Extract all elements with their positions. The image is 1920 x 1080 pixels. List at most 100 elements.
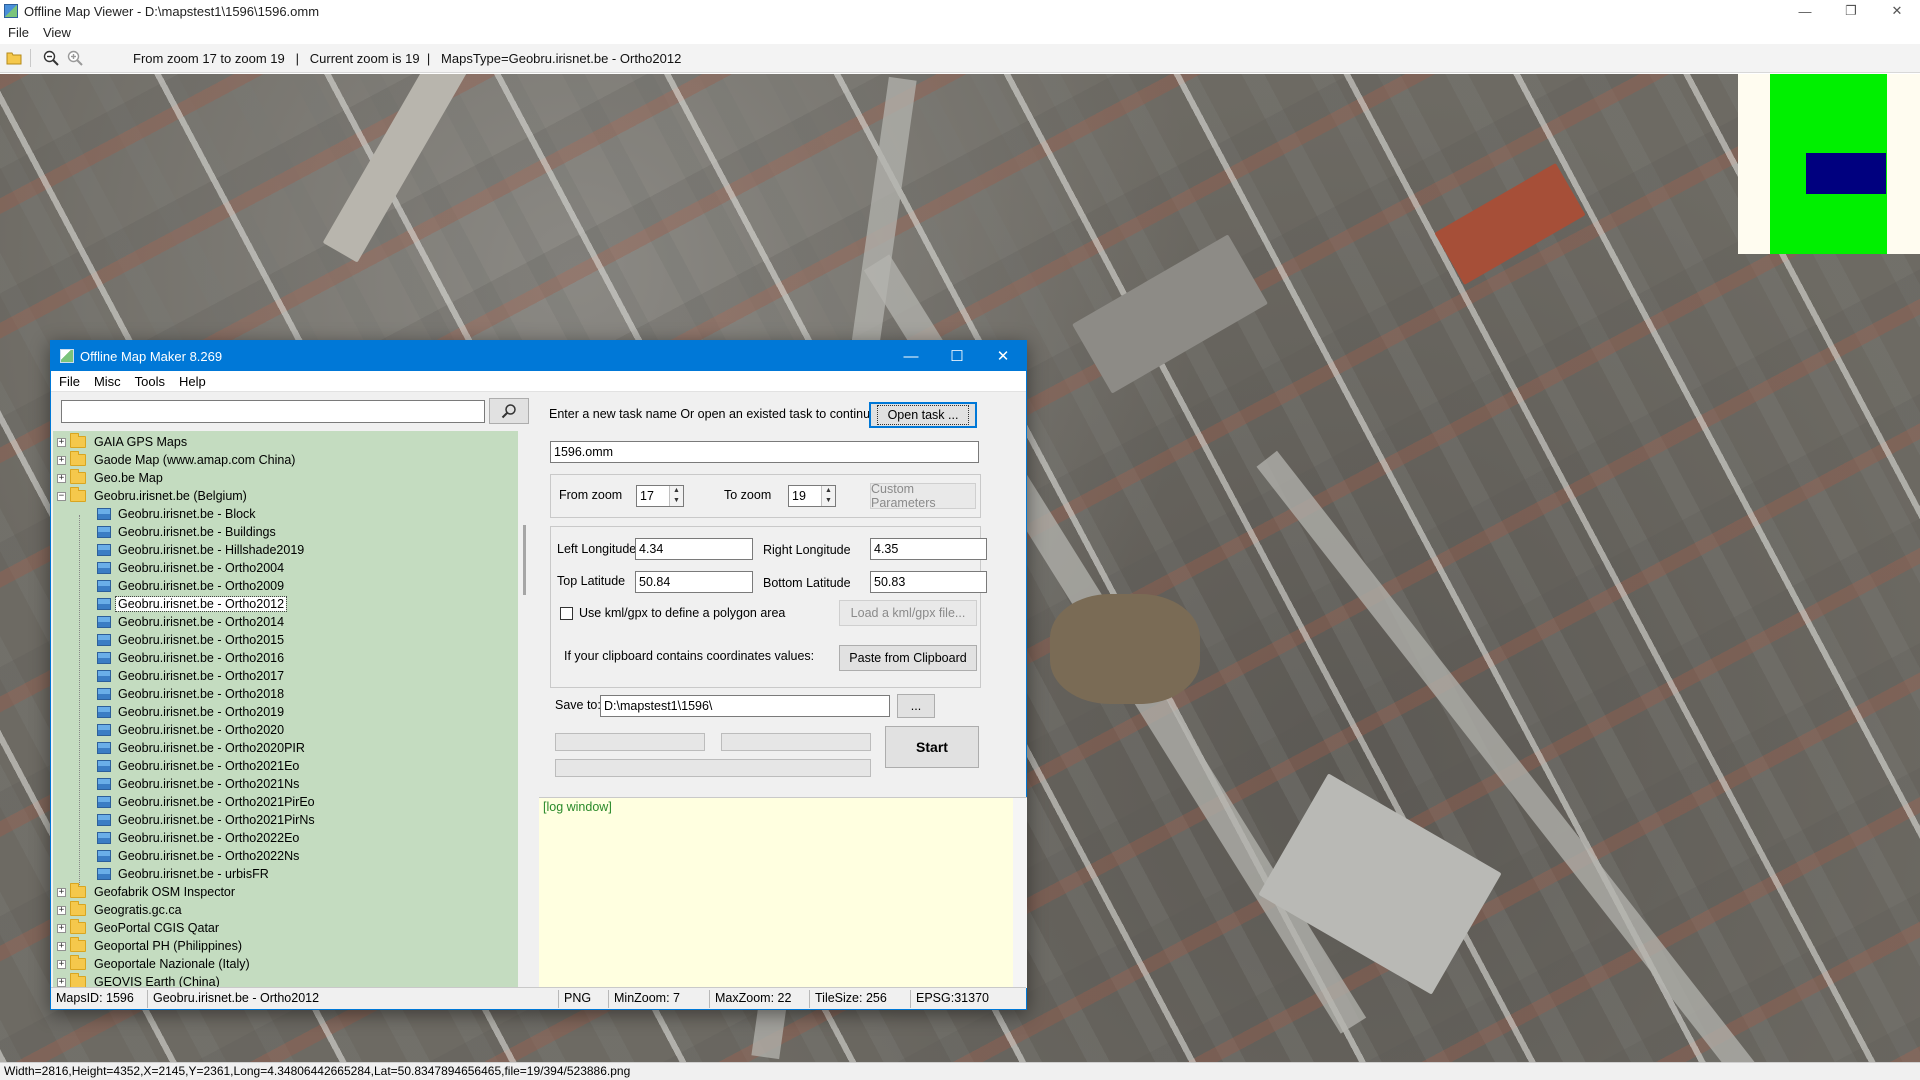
- custom-parameters-button[interactable]: Custom Parameters: [870, 482, 976, 510]
- open-task-button[interactable]: Open task ...: [869, 402, 977, 428]
- tree-scrollbar[interactable]: [520, 431, 534, 987]
- tree-folder-item[interactable]: + GAIA GPS Maps: [53, 433, 518, 451]
- map-layer-icon: [97, 580, 111, 592]
- log-window[interactable]: [log window]: [539, 797, 1027, 988]
- dialog-minimize-icon[interactable]: —: [888, 341, 934, 371]
- tree-item-label: Geobru.irisnet.be - Ortho2009: [118, 579, 285, 593]
- tree-item-label: Geobru.irisnet.be - Ortho2016: [118, 651, 285, 665]
- dialog-menu-help[interactable]: Help: [179, 374, 206, 389]
- expand-toggle-icon[interactable]: +: [57, 941, 66, 951]
- dialog-close-icon[interactable]: ✕: [980, 341, 1026, 371]
- tree-map-item[interactable]: Geobru.irisnet.be - Ortho2022Eo: [53, 829, 518, 847]
- tree-item-label: Geobru.irisnet.be - Ortho2012: [114, 596, 288, 612]
- expand-toggle-icon[interactable]: −: [57, 491, 66, 501]
- tree-map-item[interactable]: Geobru.irisnet.be - Ortho2022Ns: [53, 847, 518, 865]
- status-format: PNG: [559, 989, 609, 1008]
- restore-icon[interactable]: ❐: [1828, 0, 1874, 22]
- spinner-arrows-icon[interactable]: ▲ ▼: [821, 486, 835, 506]
- map-search-input[interactable]: [61, 400, 485, 423]
- tree-map-item-selected[interactable]: Geobru.irisnet.be - Ortho2012: [53, 595, 518, 613]
- to-zoom-spinner[interactable]: 19 ▲ ▼: [788, 485, 836, 507]
- use-kml-checkbox[interactable]: [560, 607, 573, 620]
- left-longitude-input[interactable]: [635, 538, 753, 560]
- right-longitude-input[interactable]: [870, 538, 987, 560]
- tree-map-item[interactable]: Geobru.irisnet.be - Ortho2021Eo: [53, 757, 518, 775]
- tree-map-item[interactable]: Geobru.irisnet.be - Ortho2020: [53, 721, 518, 739]
- tree-map-item[interactable]: Geobru.irisnet.be - Block: [53, 505, 518, 523]
- map-roof: [1434, 163, 1586, 285]
- expand-toggle-icon[interactable]: +: [57, 959, 66, 969]
- search-icon: [501, 404, 516, 419]
- zoom-out-icon[interactable]: [41, 48, 61, 68]
- tree-map-item[interactable]: Geobru.irisnet.be - Ortho2004: [53, 559, 518, 577]
- expand-toggle-icon[interactable]: +: [57, 455, 66, 465]
- tree-map-item[interactable]: Geobru.irisnet.be - Ortho2018: [53, 685, 518, 703]
- tree-map-item[interactable]: Geobru.irisnet.be - Ortho2015: [53, 631, 518, 649]
- spinner-arrows-icon[interactable]: ▲ ▼: [669, 486, 683, 506]
- tree-item-label: Geobru.irisnet.be - Ortho2021PirEo: [118, 795, 315, 809]
- dialog-title-bar[interactable]: Offline Map Maker 8.269 — ☐ ✕: [51, 341, 1026, 371]
- minimize-icon[interactable]: —: [1782, 0, 1828, 22]
- tree-item-label: Geo.be Map: [94, 471, 163, 485]
- browse-folder-button[interactable]: ...: [897, 694, 935, 718]
- menu-file[interactable]: File: [8, 25, 29, 40]
- open-folder-icon[interactable]: [4, 48, 24, 68]
- tree-map-item[interactable]: Geobru.irisnet.be - Buildings: [53, 523, 518, 541]
- tree-map-item[interactable]: Geobru.irisnet.be - Ortho2016: [53, 649, 518, 667]
- tree-map-item[interactable]: Geobru.irisnet.be - Ortho2020PIR: [53, 739, 518, 757]
- tree-scroll-thumb[interactable]: [523, 525, 526, 595]
- map-source-tree[interactable]: + GAIA GPS Maps + Gaode Map (www.amap.com C…: [53, 431, 518, 987]
- top-latitude-input[interactable]: [635, 571, 753, 593]
- tree-folder-item[interactable]: + Geoportale Nazionale (Italy): [53, 955, 518, 973]
- tree-folder-item[interactable]: + Geo.be Map: [53, 469, 518, 487]
- tree-map-item[interactable]: Geobru.irisnet.be - Ortho2014: [53, 613, 518, 631]
- tree-map-item[interactable]: Geobru.irisnet.be - Ortho2021PirNs: [53, 811, 518, 829]
- task-name-input[interactable]: [550, 441, 979, 463]
- tree-folder-item[interactable]: + Gaode Map (www.amap.com China): [53, 451, 518, 469]
- tree-item-label: Geoportale Nazionale (Italy): [94, 957, 250, 971]
- tree-map-item[interactable]: Geobru.irisnet.be - Ortho2009: [53, 577, 518, 595]
- paste-from-clipboard-button[interactable]: Paste from Clipboard: [839, 645, 977, 671]
- tree-map-item[interactable]: Geobru.irisnet.be - Ortho2021Ns: [53, 775, 518, 793]
- tree-folder-item[interactable]: + GeoPortal CGIS Qatar: [53, 919, 518, 937]
- tree-folder-item[interactable]: + Geoportal PH (Philippines): [53, 937, 518, 955]
- tree-folder-item[interactable]: + GEOVIS Earth (China): [53, 973, 518, 987]
- expand-toggle-icon[interactable]: +: [57, 437, 66, 447]
- load-kml-button[interactable]: Load a kml/gpx file...: [839, 600, 977, 626]
- expand-toggle-icon[interactable]: +: [57, 923, 66, 933]
- expand-toggle-icon[interactable]: +: [57, 905, 66, 915]
- expand-toggle-icon[interactable]: +: [57, 473, 66, 483]
- start-button[interactable]: Start: [885, 726, 979, 768]
- save-path-input[interactable]: [600, 695, 890, 717]
- zoom-in-icon[interactable]: [65, 48, 85, 68]
- tree-map-item[interactable]: Geobru.irisnet.be - Ortho2019: [53, 703, 518, 721]
- map-courtyard: [1050, 594, 1200, 704]
- log-scrollbar[interactable]: [1013, 798, 1027, 988]
- dialog-maximize-icon[interactable]: ☐: [934, 341, 980, 371]
- menu-view[interactable]: View: [43, 25, 71, 40]
- tree-map-item[interactable]: Geobru.irisnet.be - Hillshade2019: [53, 541, 518, 559]
- expand-toggle-icon[interactable]: +: [57, 887, 66, 897]
- to-zoom-value: 19: [792, 489, 806, 503]
- tree-item-label: Geofabrik OSM Inspector: [94, 885, 236, 899]
- close-icon[interactable]: ✕: [1874, 0, 1920, 22]
- map-layer-icon: [97, 544, 111, 556]
- dialog-menu-file[interactable]: File: [59, 374, 80, 389]
- from-zoom-spinner[interactable]: 17 ▲ ▼: [636, 485, 684, 507]
- tree-folder-item[interactable]: + Geogratis.gc.ca: [53, 901, 518, 919]
- expand-toggle-icon[interactable]: +: [57, 977, 66, 987]
- left-longitude-label: Left Longitude: [557, 542, 637, 556]
- map-layer-icon: [97, 814, 111, 826]
- dialog-menu-misc[interactable]: Misc: [94, 374, 121, 389]
- dialog-status-bar: MapsID: 1596 Geobru.irisnet.be - Ortho20…: [51, 987, 1026, 1009]
- tree-folder-item[interactable]: − Geobru.irisnet.be (Belgium): [53, 487, 518, 505]
- dialog-menu-tools[interactable]: Tools: [135, 374, 165, 389]
- search-button[interactable]: [489, 398, 529, 424]
- tree-map-item[interactable]: Geobru.irisnet.be - urbisFR: [53, 865, 518, 883]
- tree-map-item[interactable]: Geobru.irisnet.be - Ortho2017: [53, 667, 518, 685]
- bottom-latitude-input[interactable]: [870, 571, 987, 593]
- status-maps-name: Geobru.irisnet.be - Ortho2012: [148, 989, 559, 1008]
- tree-map-item[interactable]: Geobru.irisnet.be - Ortho2021PirEo: [53, 793, 518, 811]
- overview-minimap[interactable]: [1738, 74, 1920, 254]
- tree-folder-item[interactable]: + Geofabrik OSM Inspector: [53, 883, 518, 901]
